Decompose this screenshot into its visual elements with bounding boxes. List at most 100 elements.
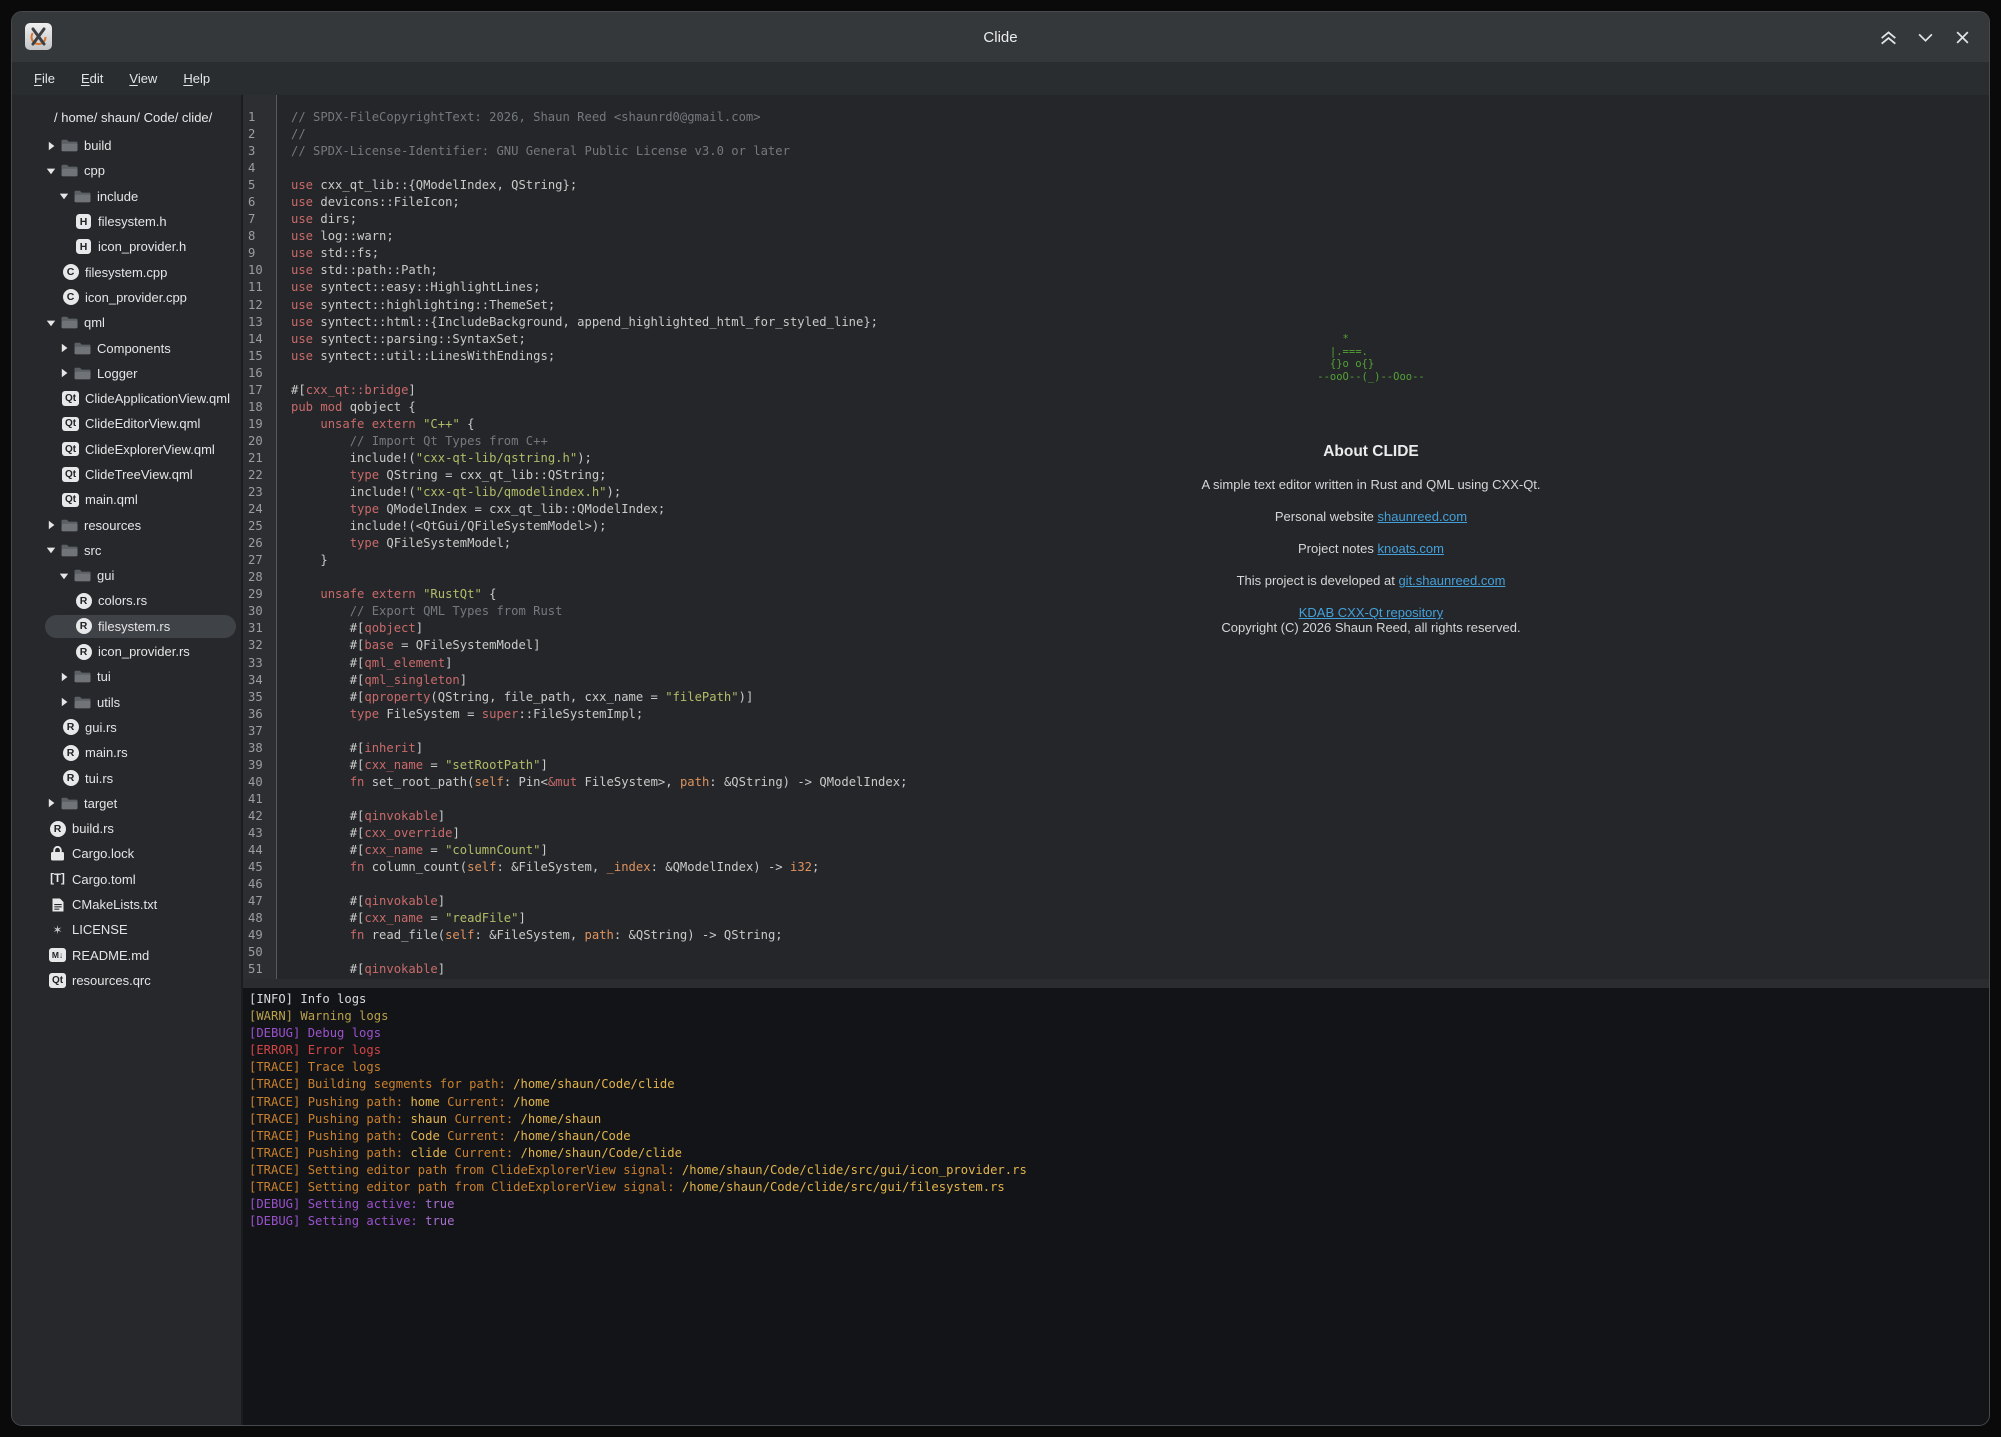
tree-item-cpp[interactable]: cpp xyxy=(12,158,241,183)
tree-item-clideapplicationview-qml[interactable]: QtClideApplicationView.qml xyxy=(12,386,241,411)
tree-item-icon-provider-rs[interactable]: Ricon_provider.rs xyxy=(12,639,241,664)
code-line: type FileSystem = super::FileSystemImpl; xyxy=(291,706,1989,723)
menu-view[interactable]: View xyxy=(120,69,166,88)
line-number: 44 xyxy=(248,842,276,859)
tree-item-include[interactable]: include xyxy=(12,184,241,209)
menu-edit[interactable]: Edit xyxy=(72,69,112,88)
tree-item-tui[interactable]: tui xyxy=(12,664,241,689)
chevron-down-icon xyxy=(46,545,56,555)
tree-item-colors-rs[interactable]: Rcolors.rs xyxy=(12,588,241,613)
tree-item-label: main.qml xyxy=(85,492,138,507)
link-shaunreed-com[interactable]: shaunreed.com xyxy=(1378,509,1468,524)
text-file-icon xyxy=(52,898,64,912)
rust-file-icon: R xyxy=(50,821,66,837)
qt-file-icon: Qt xyxy=(62,391,79,406)
line-number: 31 xyxy=(248,620,276,637)
log-panel[interactable]: [INFO] Info logs[WARN] Warning logs[DEBU… xyxy=(243,988,1989,1425)
line-number: 3 xyxy=(248,143,276,160)
tree-item-icon-provider-cpp[interactable]: Cicon_provider.cpp xyxy=(12,285,241,310)
link-knoats-com[interactable]: knoats.com xyxy=(1378,541,1444,556)
code-line: #[qinvokable] xyxy=(291,893,1989,910)
tree-item-label: LICENSE xyxy=(72,922,128,937)
horizontal-splitter[interactable] xyxy=(243,979,1989,988)
chevron-right-icon xyxy=(59,343,69,353)
maximize-button[interactable] xyxy=(1877,26,1899,48)
cpp-file-icon: C xyxy=(63,289,79,305)
tree-item-cargo-toml[interactable]: [T]Cargo.toml xyxy=(12,867,241,892)
rust-file-icon: R xyxy=(63,770,79,786)
line-number: 21 xyxy=(248,450,276,467)
tree-item-tui-rs[interactable]: Rtui.rs xyxy=(12,765,241,790)
code-line: use syntect::html::{IncludeBackground, a… xyxy=(291,314,1989,331)
tree-item-build-rs[interactable]: Rbuild.rs xyxy=(12,816,241,841)
tree-item-src[interactable]: src xyxy=(12,538,241,563)
tree-item-label: icon_provider.h xyxy=(98,239,186,254)
code-line xyxy=(291,160,1989,177)
tree-item-cmakelists-txt[interactable]: CMakeLists.txt xyxy=(12,892,241,917)
code-line: use log::warn; xyxy=(291,228,1989,245)
tree-item-label: build xyxy=(84,138,111,153)
tree-item-logger[interactable]: Logger xyxy=(12,361,241,386)
tree-item-cargo-lock[interactable]: Cargo.lock xyxy=(12,841,241,866)
chevron-right-icon xyxy=(59,697,69,707)
minimize-button[interactable] xyxy=(1914,26,1936,48)
tree-item-main-qml[interactable]: Qtmain.qml xyxy=(12,487,241,512)
line-number: 41 xyxy=(248,791,276,808)
tree-item-label: cpp xyxy=(84,163,105,178)
tree-item-clideeditorview-qml[interactable]: QtClideEditorView.qml xyxy=(12,411,241,436)
chevron-down-icon xyxy=(1917,31,1934,43)
rust-file-icon: R xyxy=(63,719,79,735)
tree-item-gui[interactable]: gui xyxy=(12,563,241,588)
code-line: fn column_count(self: &FileSystem, _inde… xyxy=(291,859,1989,876)
line-number: 48 xyxy=(248,910,276,927)
tree-item-gui-rs[interactable]: Rgui.rs xyxy=(12,715,241,740)
tree-item-label: ClideTreeView.qml xyxy=(85,467,193,482)
tree-item-clideexplorerview-qml[interactable]: QtClideExplorerView.qml xyxy=(12,437,241,462)
tree-item-label: main.rs xyxy=(85,745,128,760)
tree-item-label: Cargo.lock xyxy=(72,846,134,861)
tree-item-filesystem-cpp[interactable]: Cfilesystem.cpp xyxy=(12,259,241,284)
tree-item-build[interactable]: build xyxy=(12,133,241,158)
file-tree-panel: / home/ shaun/ Code/ clide/ buildcppincl… xyxy=(12,95,243,1425)
double-chevron-up-icon xyxy=(1879,29,1898,46)
tree-item-resources[interactable]: resources xyxy=(12,512,241,537)
log-line: [TRACE] Setting editor path from ClideEx… xyxy=(249,1179,1989,1196)
line-number: 13 xyxy=(248,314,276,331)
code-line: #[cxx_name = "setRootPath"] xyxy=(291,757,1989,774)
line-number: 10 xyxy=(248,262,276,279)
tree-item-label: CMakeLists.txt xyxy=(72,897,157,912)
tree-item-main-rs[interactable]: Rmain.rs xyxy=(12,740,241,765)
tree-item-target[interactable]: target xyxy=(12,791,241,816)
tree-item-utils[interactable]: utils xyxy=(12,690,241,715)
tree-item-filesystem-rs[interactable]: Rfilesystem.rs xyxy=(12,614,241,639)
tree-item-readme-md[interactable]: M↓README.md xyxy=(12,943,241,968)
close-button[interactable] xyxy=(1951,26,1973,48)
tree-item-label: build.rs xyxy=(72,821,114,836)
qt-file-icon: Qt xyxy=(62,467,79,482)
line-number: 27 xyxy=(248,552,276,569)
tree-item-label: tui xyxy=(97,669,111,684)
log-line: [TRACE] Trace logs xyxy=(249,1059,1989,1076)
link-git-shaunreed-com[interactable]: git.shaunreed.com xyxy=(1398,573,1505,588)
code-line xyxy=(291,791,1989,808)
line-number: 45 xyxy=(248,859,276,876)
license-icon: ✶ xyxy=(52,923,62,937)
line-number: 4 xyxy=(248,160,276,177)
menu-help[interactable]: Help xyxy=(174,69,219,88)
tree-item-components[interactable]: Components xyxy=(12,335,241,360)
line-number: 43 xyxy=(248,825,276,842)
tree-item-filesystem-h[interactable]: Hfilesystem.h xyxy=(12,209,241,234)
code-line xyxy=(291,978,1989,979)
app-window: Clide FileEditViewHelp / home/ shaun/ C xyxy=(11,11,1990,1426)
tree-item-license[interactable]: ✶ LICENSE xyxy=(12,917,241,942)
tree-item-icon-provider-h[interactable]: Hicon_provider.h xyxy=(12,234,241,259)
folder-icon xyxy=(61,316,78,329)
link-kdab-cxx-qt-repository[interactable]: KDAB CXX-Qt repository xyxy=(1299,605,1444,620)
tree-item-qml[interactable]: qml xyxy=(12,310,241,335)
menu-file[interactable]: File xyxy=(25,69,64,88)
line-number: 37 xyxy=(248,723,276,740)
tree-item-resources-qrc[interactable]: Qtresources.qrc xyxy=(12,968,241,993)
tree-item-clidetreeview-qml[interactable]: Qt ClideTreeView.qml xyxy=(12,462,241,487)
ascii-owl-art: * |.===. {}o o{} --ooO--(_)--Ooo-- xyxy=(1317,333,1424,383)
tree-item-label: src xyxy=(84,543,101,558)
